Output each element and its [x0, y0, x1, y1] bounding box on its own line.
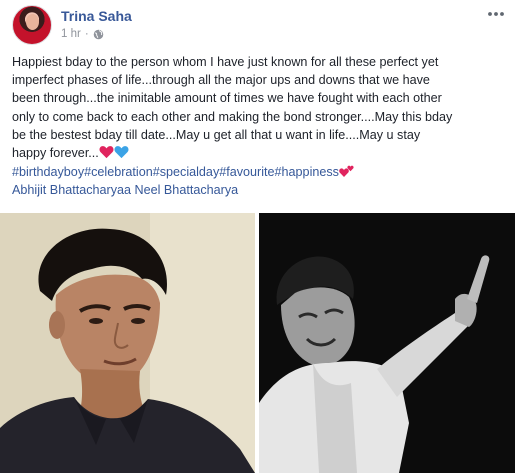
- blue-heart-emoji: [114, 145, 129, 159]
- two-hearts-emoji: [339, 164, 355, 178]
- post-text-line: only to come back to each other and maki…: [12, 109, 453, 124]
- red-heart-emoji: [99, 145, 114, 159]
- more-options-icon[interactable]: [487, 8, 505, 20]
- hashtag-text[interactable]: #birthdayboy#celebration#specialday#favo…: [12, 165, 339, 179]
- author-avatar[interactable]: [12, 5, 52, 45]
- photo-right[interactable]: [259, 213, 515, 473]
- post-text-line: Happiest bday to the person whom I have …: [12, 55, 439, 69]
- post-meta: 1 hr ·: [61, 28, 104, 40]
- post-header: Trina Saha 1 hr ·: [0, 0, 515, 45]
- avatar-face: [26, 14, 39, 30]
- photo-grid: [0, 213, 515, 473]
- facebook-post: Trina Saha 1 hr · Happiest bday to the p…: [0, 0, 515, 473]
- post-text: Happiest bday to the person whom I have …: [12, 53, 506, 162]
- post-text-line: been through...the inimitable amount of …: [12, 91, 442, 106]
- globe-icon[interactable]: [93, 29, 104, 40]
- post-text-last-line: happy forever...: [12, 144, 506, 162]
- photo-left[interactable]: [0, 213, 255, 473]
- tagged-people[interactable]: Abhijit Bhattacharyaa Neel Bhattacharya: [12, 181, 238, 199]
- post-text-line: imperfect phases of life...through all t…: [12, 73, 430, 88]
- author-name[interactable]: Trina Saha: [61, 8, 132, 24]
- hashtags[interactable]: #birthdayboy#celebration#specialday#favo…: [12, 163, 355, 181]
- post-time[interactable]: 1 hr: [61, 28, 81, 40]
- post-text-line: be the bestest bday till date...May u ge…: [12, 127, 421, 142]
- post-text-line: happy forever...: [12, 146, 99, 161]
- meta-separator: ·: [84, 28, 89, 40]
